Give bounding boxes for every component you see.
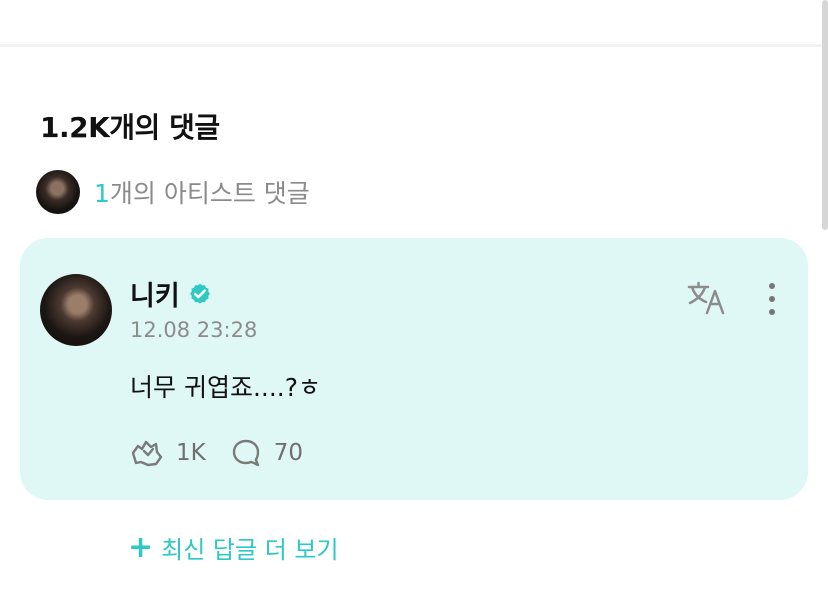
comment-author-row: 니키	[130, 274, 212, 313]
comment-timestamp: 12.08 23:28	[130, 318, 258, 342]
translate-icon[interactable]	[686, 280, 728, 316]
scrollbar[interactable]	[822, 0, 828, 230]
reply-count: 70	[273, 440, 303, 466]
more-replies-button[interactable]: + 최신 답글 더 보기	[128, 530, 339, 565]
artist-avatar	[36, 170, 80, 214]
more-vertical-icon[interactable]	[762, 280, 782, 320]
artist-comment-suffix: 개의 아티스트 댓글	[109, 179, 310, 208]
comment-author-avatar[interactable]	[40, 274, 112, 346]
comment-card: 니키 12.08 23:28 너무 귀엽죠....?ㅎ 1K 70	[20, 238, 808, 500]
like-icon	[131, 440, 163, 467]
plus-icon: +	[128, 529, 154, 565]
like-button[interactable]: 1K	[128, 436, 206, 470]
artist-comment-count: 1	[94, 179, 110, 208]
comment-actions: 1K 70	[128, 436, 327, 470]
comments-count-title: 1.2K개의 댓글	[40, 111, 220, 144]
artist-comments-label: 1개의 아티스트 댓글	[94, 174, 310, 210]
comment-body: 너무 귀엽죠....?ㅎ	[130, 373, 322, 402]
artist-comments-filter[interactable]: 1개의 아티스트 댓글	[36, 170, 310, 214]
reply-button[interactable]: 70	[230, 437, 303, 469]
comment-author-name[interactable]: 니키	[130, 274, 180, 313]
verified-check-icon	[188, 282, 212, 306]
reply-icon	[232, 439, 259, 467]
top-divider	[0, 44, 828, 47]
like-count: 1K	[176, 440, 206, 466]
more-replies-label: 최신 답글 더 보기	[161, 536, 339, 564]
